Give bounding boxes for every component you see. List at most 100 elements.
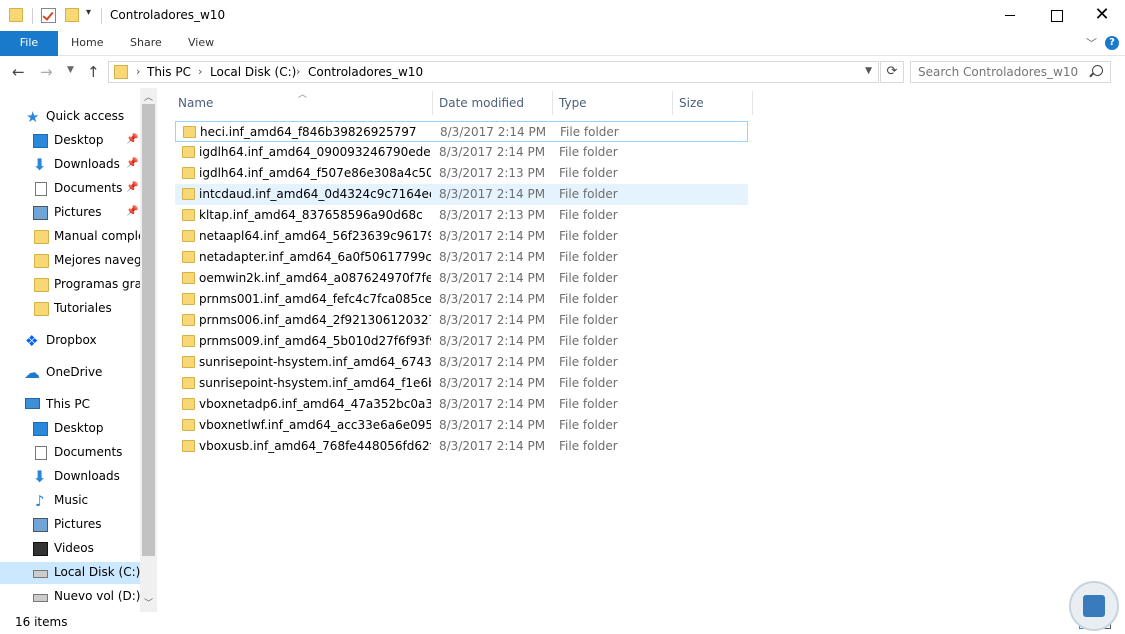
nav-local-disk-c[interactable]: Local Disk (C:) (0, 562, 140, 584)
file-type: File folder (559, 166, 618, 180)
chevron-up-icon[interactable]: ︿ (144, 90, 153, 103)
table-row[interactable]: sunrisepoint-hsystem.inf_amd64_67433b...… (175, 352, 748, 373)
watermark-logo (1069, 581, 1119, 631)
quick-access-dropdown-icon[interactable]: ▾ (86, 7, 91, 18)
tab-home[interactable]: Home (71, 31, 103, 56)
file-date: 8/3/2017 2:14 PM (439, 397, 546, 411)
column-divider[interactable] (432, 91, 433, 115)
nav-label: Pictures (54, 517, 102, 531)
file-date: 8/3/2017 2:13 PM (439, 166, 546, 180)
minimize-button[interactable] (987, 0, 1033, 31)
nav-pane-scrollbar[interactable]: ︿ ﹀ (140, 88, 157, 612)
file-type: File folder (559, 334, 618, 348)
nav-onedrive[interactable]: ☁ OneDrive (0, 362, 140, 384)
file-name: intcdaud.inf_amd64_0d4324c9c7164eec (199, 187, 431, 201)
nav-this-pc[interactable]: This PC (0, 394, 140, 416)
forward-button[interactable]: → (40, 63, 53, 81)
breadcrumb-current-folder[interactable]: Controladores_w10 (308, 65, 423, 79)
table-row[interactable]: sunrisepoint-hsystem.inf_amd64_f1e6b8...… (175, 373, 748, 394)
tab-file[interactable]: File (0, 31, 58, 56)
close-button[interactable]: ✕ (1079, 0, 1125, 31)
table-row[interactable]: vboxnetlwf.inf_amd64_acc33e6a6e095e53 8/… (175, 415, 748, 436)
status-bar: 16 items (0, 612, 1125, 634)
divider (101, 8, 102, 24)
refresh-button[interactable]: ⟳ (880, 61, 904, 83)
table-row[interactable]: heci.inf_amd64_f846b39826925797 8/3/2017… (175, 121, 748, 142)
table-row[interactable]: igdlh64.inf_amd64_090093246790ede4 8/3/2… (175, 142, 748, 163)
title-bar: ▾ Controladores_w10 ✕ (0, 0, 1125, 31)
download-icon: ⬇ (33, 467, 47, 486)
nav-desktop[interactable]: Desktop (0, 418, 140, 440)
nav-music[interactable]: ♪ Music (0, 490, 140, 512)
nav-documents[interactable]: Documents (0, 442, 140, 464)
folder-icon (182, 335, 195, 347)
scrollbar-thumb[interactable] (142, 104, 155, 556)
table-row[interactable]: intcdaud.inf_amd64_0d4324c9c7164eec 8/3/… (175, 184, 748, 205)
table-row[interactable]: kltap.inf_amd64_837658596a90d68c 8/3/201… (175, 205, 748, 226)
chevron-down-icon[interactable]: ﹀ (144, 596, 153, 609)
nav-desktop-pinned[interactable]: Desktop 📌 (0, 130, 140, 152)
file-date: 8/3/2017 2:14 PM (439, 439, 546, 453)
sort-ascending-icon: ︿ (298, 90, 308, 100)
folder-icon (34, 230, 49, 244)
up-button[interactable]: ↑ (87, 63, 100, 81)
nav-dropbox[interactable]: ❖ Dropbox (0, 330, 140, 352)
chevron-right-icon[interactable]: › (198, 65, 202, 78)
expand-ribbon-icon[interactable]: ﹀ (1086, 35, 1097, 51)
address-bar[interactable]: › This PC › Local Disk (C:) › Controlado… (108, 61, 879, 83)
column-header-size[interactable]: Size (679, 96, 704, 110)
search-icon[interactable] (1092, 65, 1103, 76)
nav-label: Downloads (54, 469, 120, 483)
column-header-date[interactable]: Date modified (439, 96, 524, 110)
column-divider[interactable] (672, 91, 673, 115)
table-row[interactable]: prnms009.inf_amd64_5b010d27f6f93f95 8/3/… (175, 331, 748, 352)
nav-quick-access[interactable]: ★ Quick access (0, 106, 140, 128)
nav-downloads[interactable]: ⬇ Downloads (0, 466, 140, 488)
table-row[interactable]: oemwin2k.inf_amd64_a087624970f7fef3 8/3/… (175, 268, 748, 289)
video-icon (33, 542, 48, 556)
breadcrumb-local-disk[interactable]: Local Disk (C:) (210, 65, 296, 79)
chevron-right-icon[interactable]: › (296, 65, 300, 78)
nav-nuevo-vol-d[interactable]: Nuevo vol (D:) (0, 586, 140, 608)
table-row[interactable]: vboxnetadp6.inf_amd64_47a352bc0a3613... … (175, 394, 748, 415)
breadcrumb-this-pc[interactable]: This PC (147, 65, 191, 79)
nav-documents-pinned[interactable]: Documents 📌 (0, 178, 140, 200)
nav-pictures[interactable]: Pictures (0, 514, 140, 536)
tab-share[interactable]: Share (130, 31, 162, 56)
file-type: File folder (559, 439, 618, 453)
column-divider[interactable] (752, 91, 753, 115)
file-type: File folder (559, 397, 618, 411)
table-row[interactable]: prnms006.inf_amd64_2f92130612032712 8/3/… (175, 310, 748, 331)
recent-locations-icon[interactable]: ▼ (67, 65, 74, 75)
back-button[interactable]: ← (12, 63, 25, 81)
file-type: File folder (559, 145, 618, 159)
document-icon (35, 446, 47, 460)
table-row[interactable]: netaapl64.inf_amd64_56f23639c9617984 8/3… (175, 226, 748, 247)
nav-downloads-pinned[interactable]: ⬇ Downloads 📌 (0, 154, 140, 176)
nav-videos[interactable]: Videos (0, 538, 140, 560)
nav-folder-programas[interactable]: Programas gratis (0, 274, 140, 296)
table-row[interactable]: igdlh64.inf_amd64_f507e86e308a4c50 8/3/2… (175, 163, 748, 184)
table-row[interactable]: netadapter.inf_amd64_6a0f50617799c89d 8/… (175, 247, 748, 268)
table-row[interactable]: prnms001.inf_amd64_fefc4c7fca085cee 8/3/… (175, 289, 748, 310)
search-input[interactable] (910, 61, 1111, 83)
tab-view[interactable]: View (188, 31, 214, 56)
nav-folder-tutoriales[interactable]: Tutoriales (0, 298, 140, 320)
new-folder-icon[interactable] (65, 8, 79, 22)
nav-pictures-pinned[interactable]: Pictures 📌 (0, 202, 140, 224)
document-icon (35, 182, 47, 196)
column-header-name[interactable]: Name (178, 96, 213, 110)
table-row[interactable]: vboxusb.inf_amd64_768fe448056fd62f 8/3/2… (175, 436, 748, 457)
column-divider[interactable] (552, 91, 553, 115)
help-button[interactable]: ? (1105, 36, 1119, 50)
column-header-type[interactable]: Type (559, 96, 587, 110)
folder-icon (182, 188, 195, 200)
file-type: File folder (559, 376, 618, 390)
chevron-right-icon[interactable]: › (136, 65, 140, 78)
folder-icon (182, 293, 195, 305)
properties-icon[interactable] (41, 8, 56, 23)
maximize-button[interactable] (1033, 0, 1079, 31)
nav-folder-mejores[interactable]: Mejores navegac (0, 250, 140, 272)
address-dropdown-icon[interactable]: ▼ (865, 66, 872, 76)
nav-folder-manual[interactable]: Manual complet (0, 226, 140, 248)
